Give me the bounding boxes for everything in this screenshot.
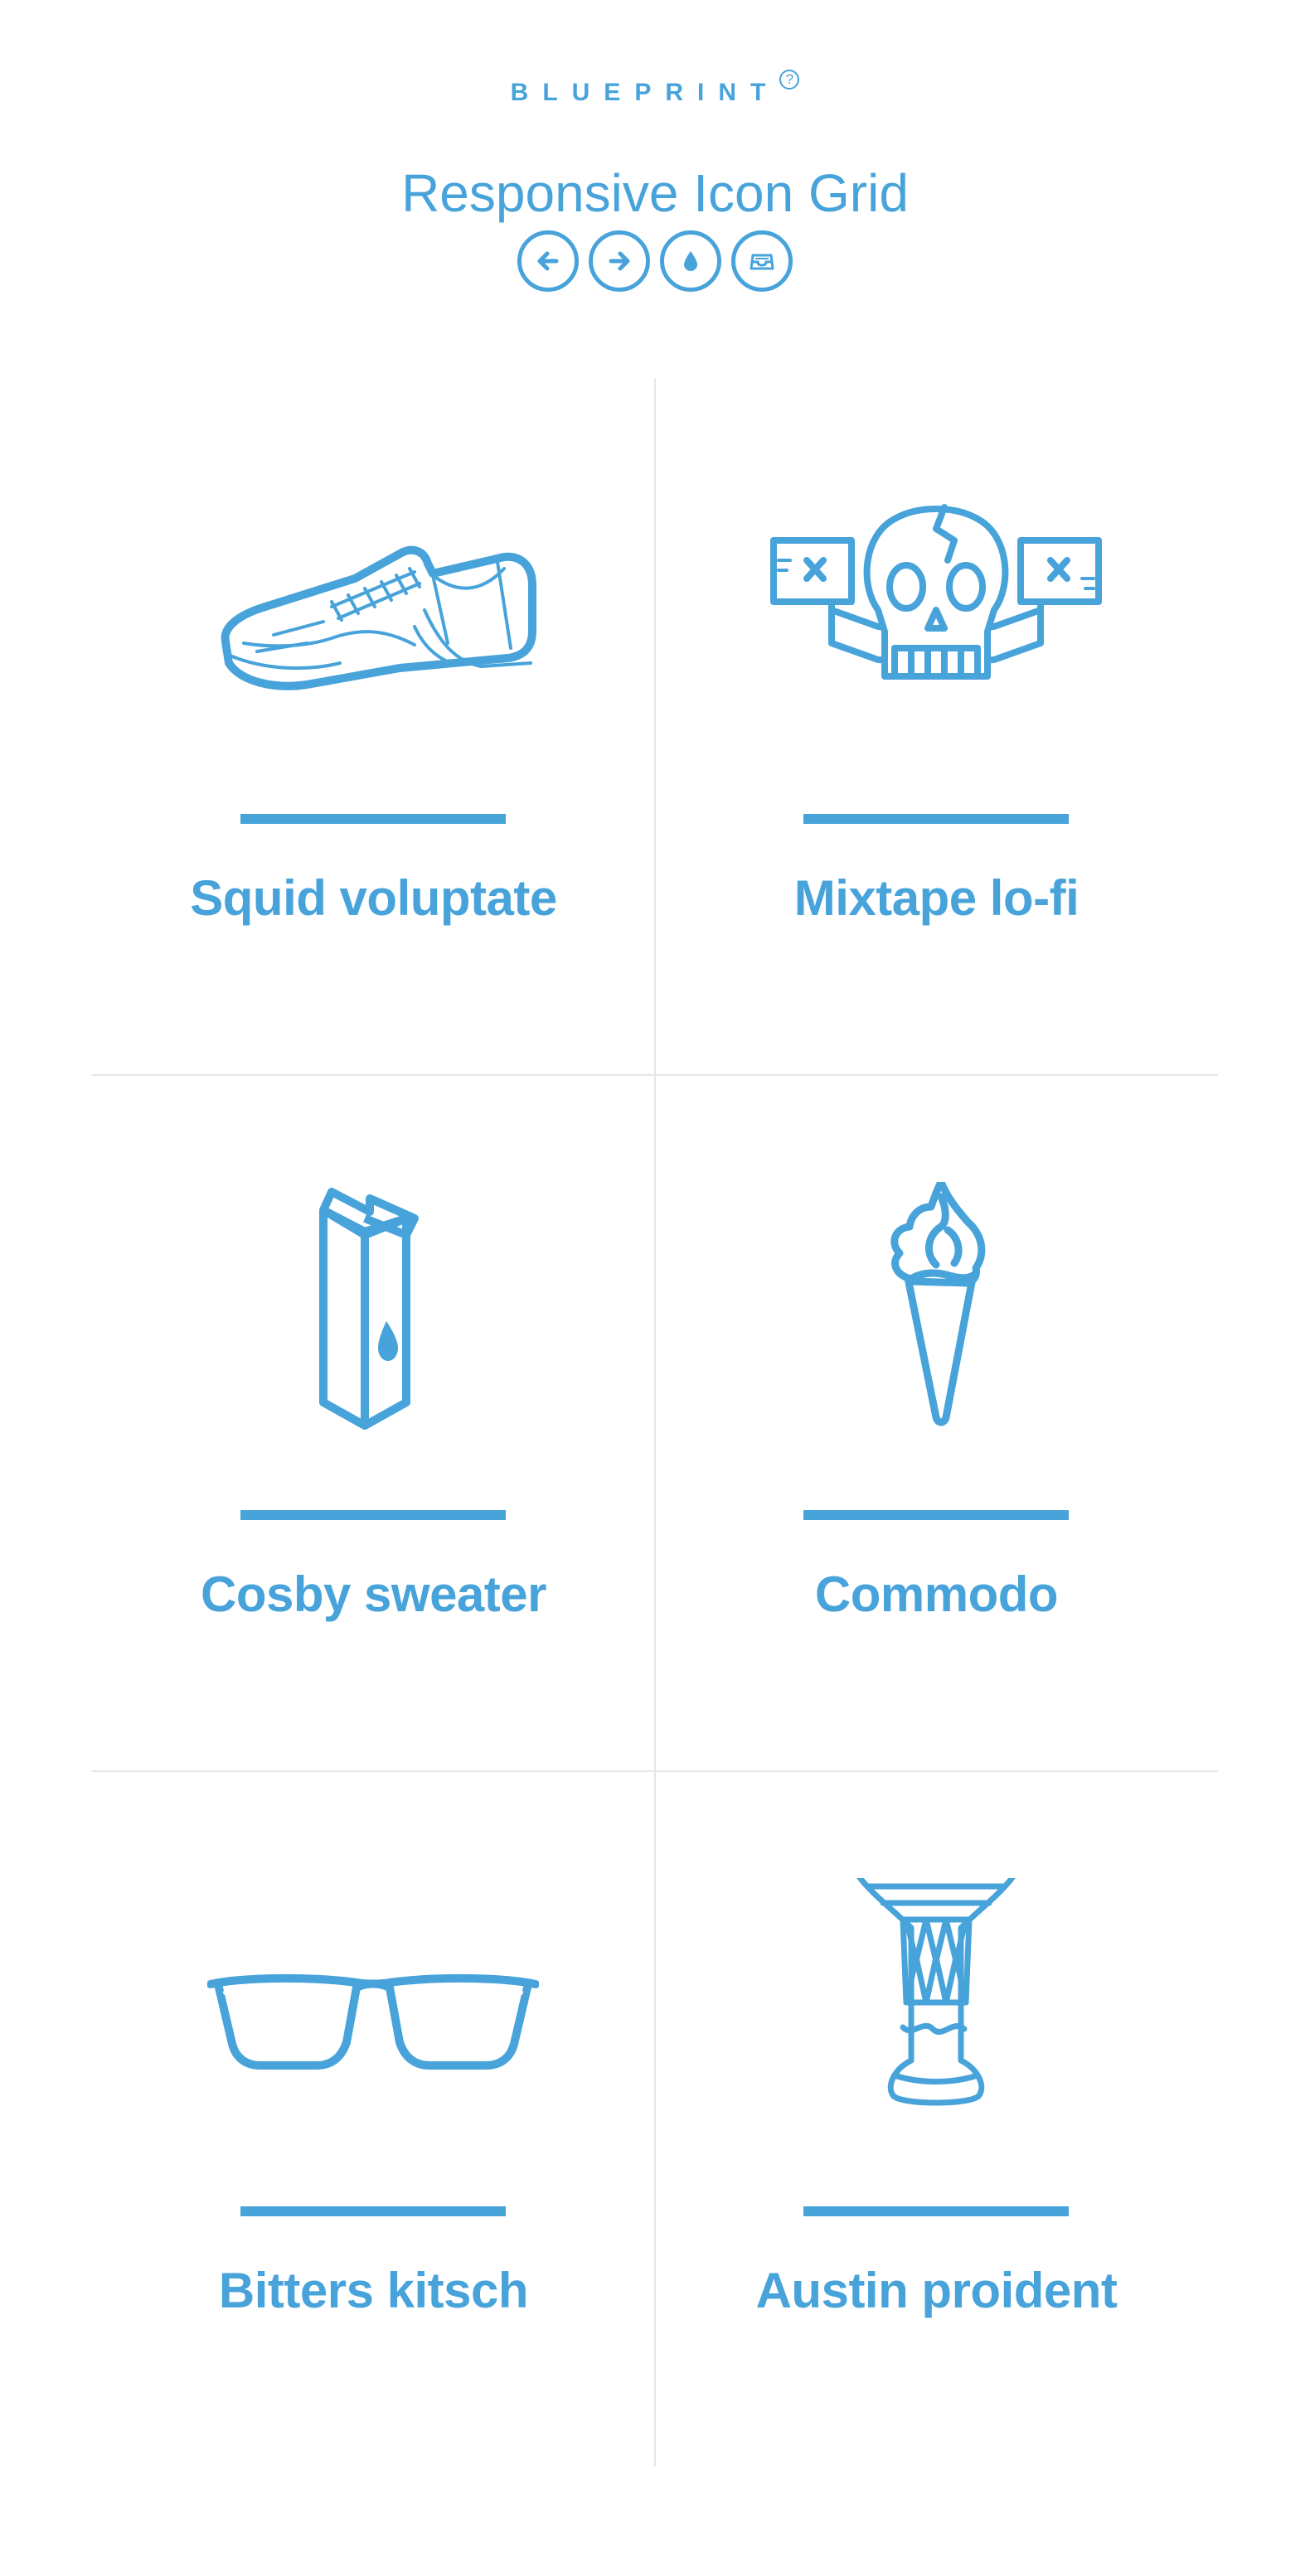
previous-button[interactable]	[517, 230, 579, 292]
item-divider-bar	[803, 814, 1069, 824]
item-divider-bar	[240, 814, 506, 824]
drop-button[interactable]	[660, 230, 721, 292]
page-header: BLUEPRINT? Responsive Icon Grid	[0, 0, 1310, 348]
brand-name: BLUEPRINT	[510, 79, 780, 106]
item-divider-bar	[240, 1510, 506, 1520]
glasses-icon	[207, 1973, 539, 2070]
grid-item-commodo[interactable]: Commodo	[655, 1074, 1218, 1770]
item-label: Bitters kitsch	[218, 2263, 529, 2318]
item-label: Commodo	[814, 1566, 1059, 1622]
item-label: Austin proident	[755, 2263, 1118, 2318]
archive-button[interactable]	[731, 230, 793, 292]
sneaker-icon	[221, 545, 536, 690]
archive-icon	[750, 254, 774, 270]
page-title: Responsive Icon Grid	[401, 162, 909, 223]
brand-mark: ?	[779, 70, 800, 90]
skull-banner-icon	[770, 504, 1102, 680]
milk-carton-icon	[319, 1188, 419, 1430]
icon-grid: Squid voluptate Mixtape lo-fi Cosby swea…	[92, 378, 1218, 2467]
djembe-drum-icon	[856, 1878, 1016, 2106]
drop-icon	[684, 251, 697, 271]
header-nav	[0, 230, 1310, 292]
next-button[interactable]	[589, 230, 650, 292]
item-label: Cosby sweater	[200, 1566, 547, 1622]
item-label: Squid voluptate	[190, 870, 557, 926]
arrow-left-icon	[537, 251, 559, 271]
item-divider-bar	[803, 1510, 1069, 1520]
grid-item-cosby-sweater[interactable]: Cosby sweater	[92, 1074, 655, 1770]
item-divider-bar	[803, 2206, 1069, 2216]
arrow-right-icon	[609, 251, 630, 271]
ice-cream-cone-icon	[890, 1182, 986, 1426]
grid-item-austin-proident[interactable]: Austin proident	[655, 1770, 1218, 2467]
item-label: Mixtape lo-fi	[793, 870, 1080, 926]
grid-item-mixtape-lo-fi[interactable]: Mixtape lo-fi	[655, 378, 1218, 1074]
grid-item-bitters-kitsch[interactable]: Bitters kitsch	[92, 1770, 655, 2467]
item-divider-bar	[240, 2206, 506, 2216]
grid-item-squid-voluptate[interactable]: Squid voluptate	[92, 378, 655, 1074]
brand-logo[interactable]: BLUEPRINT?	[0, 70, 1310, 109]
